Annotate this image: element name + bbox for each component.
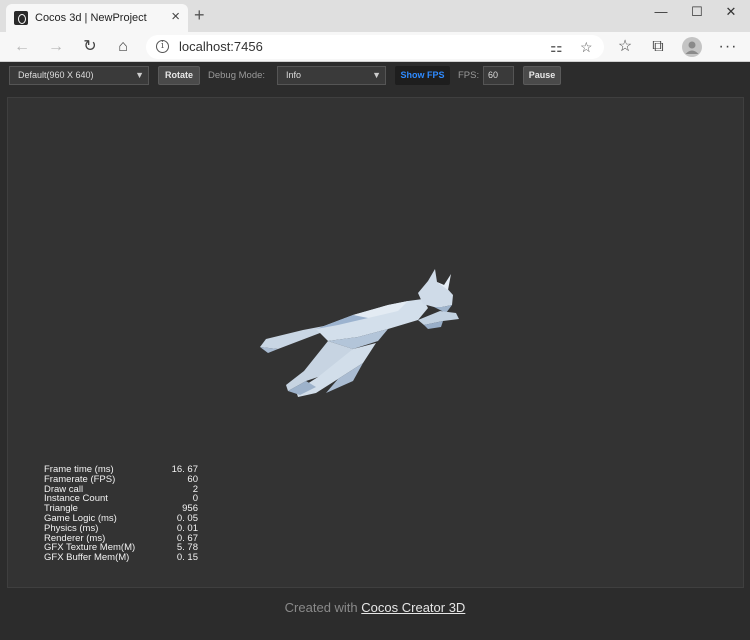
show-fps-button[interactable]: Show FPS <box>395 66 450 85</box>
low-poly-cat-model <box>260 269 459 397</box>
stat-value: 0. 15 <box>176 552 198 564</box>
rotate-button[interactable]: Rotate <box>158 66 200 85</box>
preview-toolbar: Default(960 X 640) ▼ Rotate Debug Mode: … <box>0 63 750 89</box>
address-bar[interactable]: i localhost:7456 ⚏ ☆ <box>146 35 604 59</box>
add-favorite-icon[interactable]: ☆ <box>580 38 593 56</box>
fps-stats-panel: Frame time (ms) 16. 67 Framerate (FPS) 60 … <box>44 465 198 563</box>
fps-input[interactable]: 60 <box>483 66 514 85</box>
footer-prefix: Created with <box>284 600 358 615</box>
immersive-reader-icon[interactable]: ⚏ <box>550 38 563 56</box>
debug-mode-label: Debug Mode: <box>208 70 266 81</box>
minimize-icon[interactable]: — <box>651 4 671 20</box>
resolution-select[interactable]: Default(960 X 640) ▼ <box>9 66 149 85</box>
browser-titlebar: Cocos 3d | NewProject × + — ☐ ✕ <box>0 0 750 32</box>
pause-button[interactable]: Pause <box>523 66 561 85</box>
footer: Created with Cocos Creator 3D <box>0 600 750 615</box>
home-icon[interactable]: ⌂ <box>113 38 133 56</box>
stat-row: GFX Buffer Mem(M) 0. 15 <box>44 553 198 563</box>
tab-title: Cocos 3d | NewProject <box>35 12 147 24</box>
new-tab-icon[interactable]: + <box>194 6 205 24</box>
forward-icon[interactable]: → <box>46 38 66 56</box>
url-text[interactable]: localhost:7456 <box>179 39 263 54</box>
stat-label: GFX Buffer Mem(M) <box>44 552 130 564</box>
back-icon[interactable]: ← <box>12 38 32 56</box>
cocos-creator-link[interactable]: Cocos Creator 3D <box>361 600 465 615</box>
favorites-icon[interactable]: ☆ <box>615 38 635 56</box>
more-options-icon[interactable]: ··· <box>718 38 738 56</box>
game-canvas[interactable]: Frame time (ms) 16. 67 Framerate (FPS) 60 … <box>7 97 744 588</box>
profile-avatar-icon[interactable] <box>682 37 702 57</box>
debug-mode-select[interactable]: Info ▼ <box>277 66 386 85</box>
collections-icon[interactable]: ⧉ <box>648 38 668 56</box>
chevron-down-icon: ▼ <box>135 70 144 80</box>
maximize-icon[interactable]: ☐ <box>687 4 707 20</box>
refresh-icon[interactable]: ↻ <box>80 38 100 56</box>
browser-tab[interactable]: Cocos 3d | NewProject × <box>6 4 188 32</box>
site-info-icon[interactable]: i <box>156 40 169 53</box>
tab-close-icon[interactable]: × <box>171 9 180 25</box>
browser-navbar: ← → ↻ ⌂ i localhost:7456 ⚏ ☆ ☆ ⧉ ··· <box>0 32 750 62</box>
cocos-favicon-icon <box>14 11 28 25</box>
chevron-down-icon: ▼ <box>372 70 381 80</box>
resolution-select-value: Default(960 X 640) <box>18 70 94 80</box>
fps-label: FPS: <box>458 70 480 81</box>
debug-mode-select-value: Info <box>286 70 302 80</box>
close-window-icon[interactable]: ✕ <box>721 4 741 20</box>
